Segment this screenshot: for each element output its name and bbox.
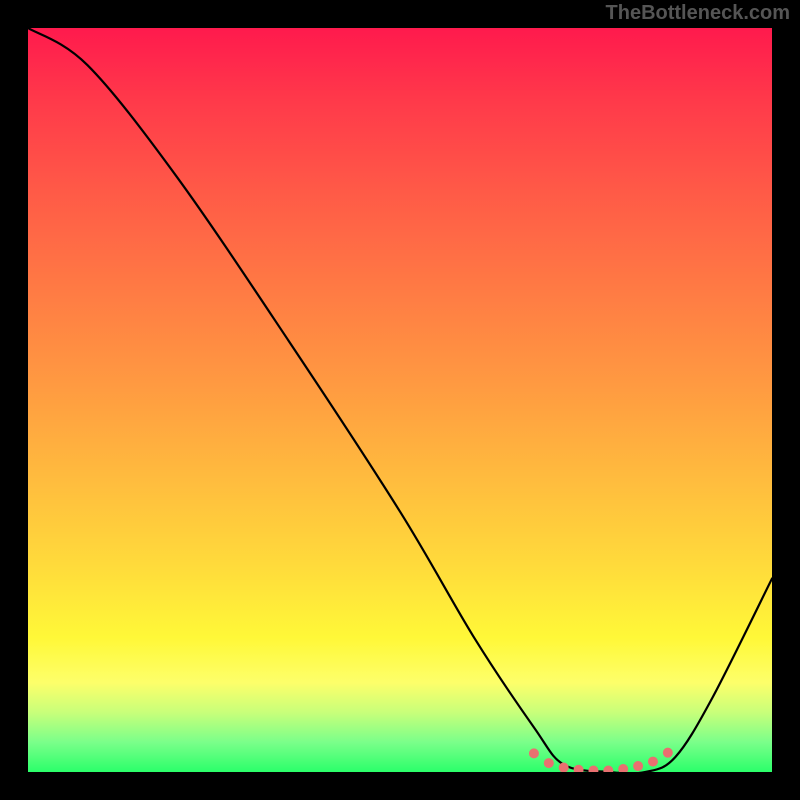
highlight-dot — [663, 748, 672, 757]
highlight-dot — [604, 766, 613, 772]
bottleneck-curve — [28, 28, 772, 772]
highlight-dot — [648, 757, 657, 766]
watermark-text: TheBottleneck.com — [606, 2, 790, 25]
chart-frame: TheBottleneck.com — [0, 0, 800, 800]
highlight-dot — [574, 765, 583, 772]
highlight-dot — [544, 759, 553, 768]
plot-area — [28, 28, 772, 772]
curve-path — [28, 28, 772, 772]
highlight-dot — [634, 762, 643, 771]
highlight-dot — [529, 749, 538, 758]
highlight-dot — [559, 763, 568, 772]
highlight-dot — [619, 765, 628, 772]
highlight-dot — [589, 766, 598, 772]
